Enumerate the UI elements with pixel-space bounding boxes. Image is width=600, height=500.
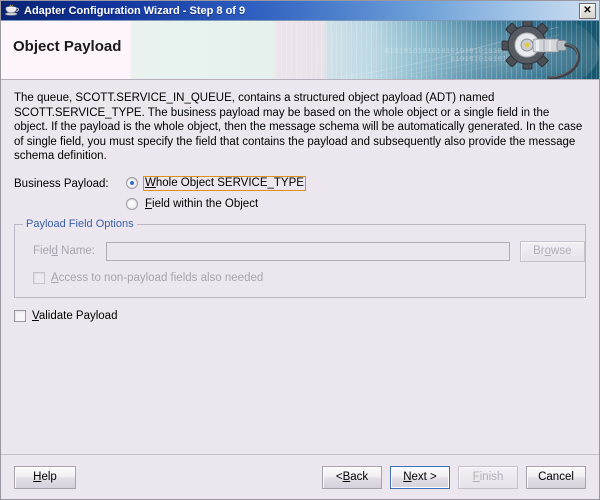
help-button[interactable]: Help [14, 465, 76, 489]
validate-payload-checkbox[interactable] [14, 309, 26, 322]
business-payload-label: Business Payload: [14, 177, 109, 190]
page-title: Object Payload [13, 38, 122, 55]
radio-field-within-object-indicator[interactable] [126, 198, 138, 210]
next-button[interactable]: Next > [390, 465, 450, 489]
header-banner: 01010101010101010101010101 010101010101 [1, 21, 599, 80]
close-icon[interactable]: ✕ [579, 3, 596, 19]
field-name-label: Field Name: [33, 245, 96, 257]
radio-whole-object[interactable]: Whole Object SERVICE_TYPE [126, 175, 306, 191]
field-name-input[interactable] [106, 241, 510, 261]
radio-whole-object-label[interactable]: Whole Object SERVICE_TYPE [143, 175, 306, 191]
business-payload-row: Business Payload: Whole Object SERVICE_T… [14, 175, 586, 212]
browse-button[interactable]: Br o wse [519, 240, 585, 262]
gear-wrench-icon [481, 21, 593, 79]
description-text: The queue, SCOTT.SERVICE_IN_QUEUE, conta… [14, 92, 583, 162]
radio-field-within-object-label[interactable]: Field within the Object [143, 198, 260, 211]
dialog-footer: Help < Back Next > Finish Cancel [1, 454, 599, 499]
adapter-configuration-wizard-dialog: Adapter Configuration Wizard - Step 8 of… [0, 0, 600, 500]
back-button[interactable]: < Back [322, 465, 382, 489]
payload-radio-group: Whole Object SERVICE_TYPE Field within t… [126, 175, 306, 212]
window-title: Adapter Configuration Wizard - Step 8 of… [24, 4, 246, 17]
radio-whole-object-indicator[interactable] [126, 177, 138, 189]
field-name-row: Field Name: Br o wse [33, 240, 585, 262]
validate-payload-label[interactable]: Validate Payload [32, 310, 117, 322]
access-nonpayload-checkbox-row[interactable]: Access to non-payload fields also needed [33, 271, 585, 284]
access-nonpayload-label[interactable]: Access to non-payload fields also needed [51, 272, 263, 284]
java-coffee-cup-icon [4, 3, 20, 19]
access-nonpayload-checkbox[interactable] [33, 271, 45, 284]
dialog-content: The queue, SCOTT.SERVICE_IN_QUEUE, conta… [1, 80, 599, 454]
finish-button[interactable]: Finish [458, 465, 518, 489]
cancel-button[interactable]: Cancel [526, 465, 586, 489]
title-bar: Adapter Configuration Wizard - Step 8 of… [1, 1, 599, 21]
payload-field-options-legend: Payload Field Options [23, 217, 137, 230]
payload-field-options-group: Payload Field Options Field Name: Br o wse… [14, 217, 586, 298]
validate-payload-row[interactable]: Validate Payload [14, 309, 586, 322]
radio-field-within-object[interactable]: Field within the Object [126, 197, 306, 212]
